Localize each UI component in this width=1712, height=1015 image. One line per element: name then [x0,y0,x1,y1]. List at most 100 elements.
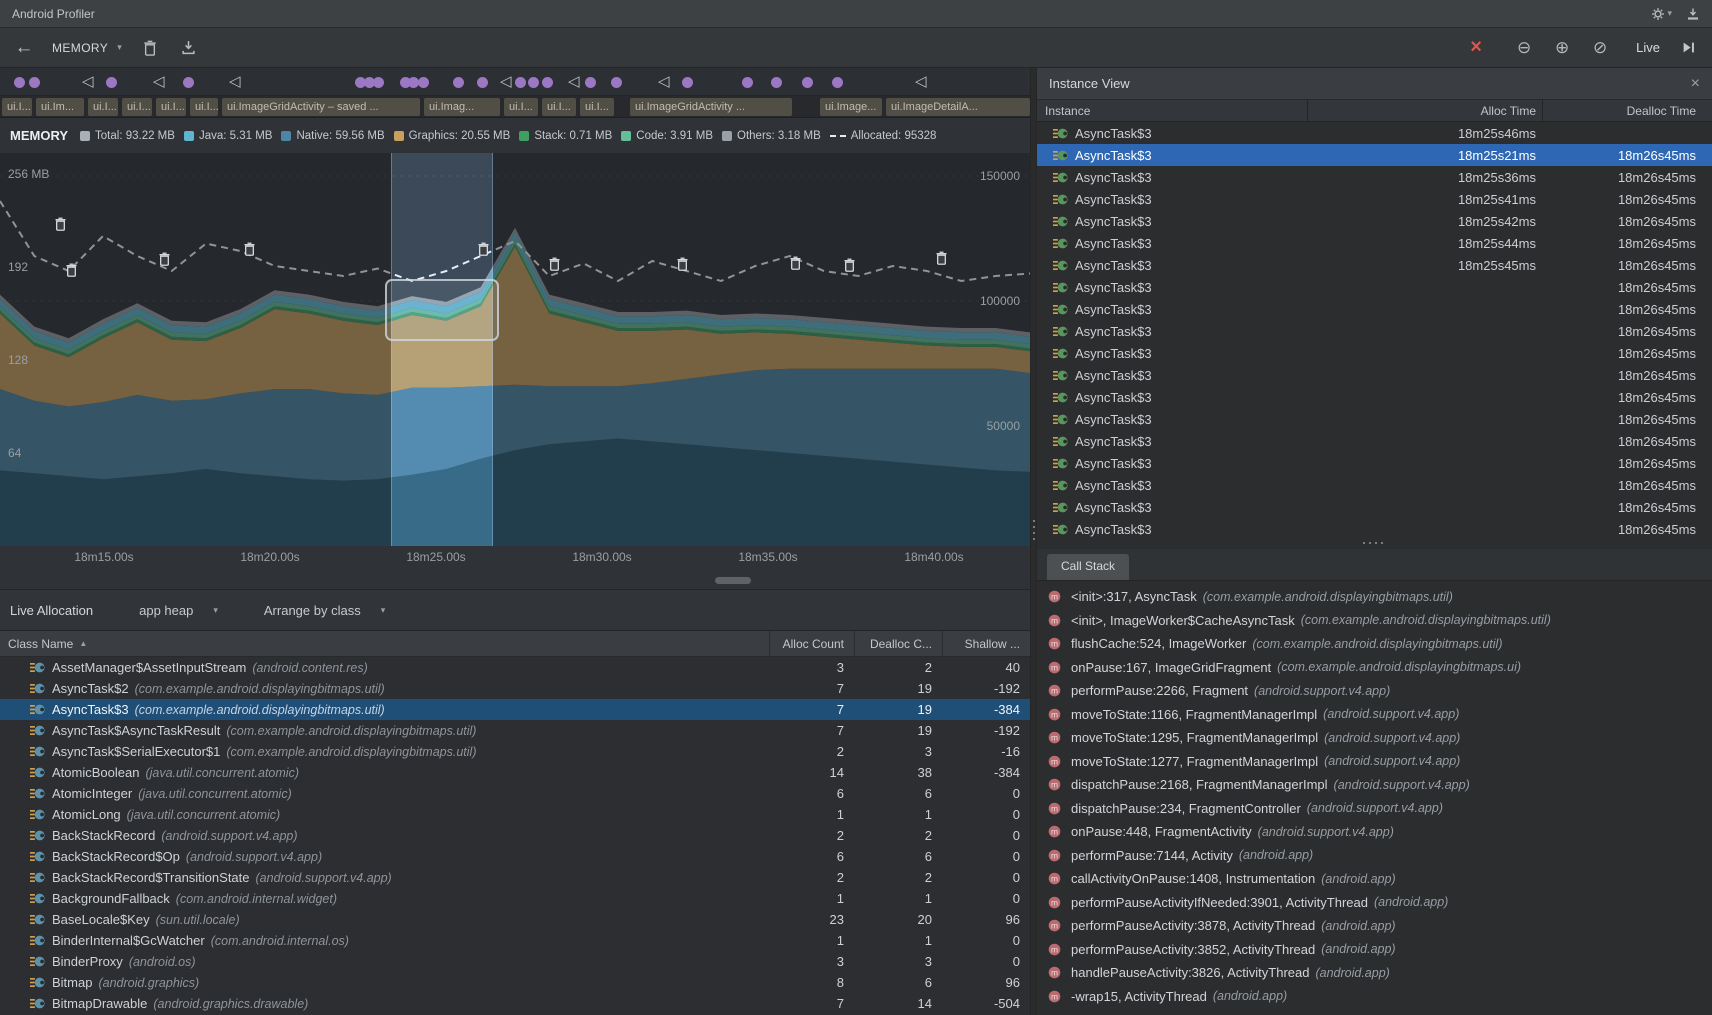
class-row[interactable]: BackStackRecord$Op(android.support.v4.ap… [0,846,1030,867]
reset-zoom-button[interactable]: ⊘ [1590,38,1610,58]
vertical-splitter[interactable] [1030,68,1037,1015]
instance-row[interactable]: AsyncTask$318m26s45ms [1037,386,1712,408]
frame-method: dispatchPause:2168, FragmentManagerImpl [1071,777,1328,792]
stack-frame-row[interactable]: m-wrap15, ActivityThread(android.app) [1037,985,1712,1009]
class-row[interactable]: Bitmap(android.graphics)8696 [0,972,1030,993]
stack-frame-row[interactable]: mhandlePauseActivity:3826, ActivityThrea… [1037,961,1712,985]
stack-frame-row[interactable]: monPause:167, ImageGridFragment(com.exam… [1037,656,1712,680]
column-shallow-size[interactable]: Shallow ... [942,631,1030,656]
instance-row[interactable]: AsyncTask$318m25s36ms18m26s45ms [1037,166,1712,188]
column-instance[interactable]: Instance [1037,104,1307,118]
shallow-size: -192 [942,723,1030,738]
stack-frame-row[interactable]: mmoveToState:1295, FragmentManagerImpl(a… [1037,726,1712,750]
class-row[interactable]: AsyncTask$SerialExecutor$1(com.example.a… [0,741,1030,762]
class-row[interactable]: BinderProxy(android.os)330 [0,951,1030,972]
timeline-scrollbar[interactable] [0,570,1030,590]
end-session-button[interactable]: × [1466,36,1486,59]
instance-icon [1053,390,1068,405]
stage-select[interactable]: MEMORY ▾ [52,41,122,55]
class-row[interactable]: AtomicInteger(java.util.concurrent.atomi… [0,783,1030,804]
horizontal-splitter[interactable] [1037,537,1712,549]
column-alloc-count[interactable]: Alloc Count [769,631,854,656]
instance-row[interactable]: AsyncTask$318m26s45ms [1037,496,1712,518]
time-range-selection[interactable] [391,153,493,546]
column-class-name[interactable]: Class Name ▲ [0,637,769,651]
instance-row[interactable]: AsyncTask$318m25s44ms18m26s45ms [1037,232,1712,254]
class-row[interactable]: AsyncTask$3(com.example.android.displayi… [0,699,1030,720]
stack-frame-row[interactable]: mperformPauseActivity:3852, ActivityThre… [1037,938,1712,962]
instance-row[interactable]: AsyncTask$318m26s45ms [1037,430,1712,452]
class-package: (com.example.android.displayingbitmaps.u… [135,703,385,717]
instance-row[interactable]: AsyncTask$318m26s45ms [1037,298,1712,320]
force-gc-button[interactable] [140,40,160,56]
gear-icon [1651,7,1665,21]
stack-frame-row[interactable]: m<init>, ImageWorker$CacheAsyncTask(com.… [1037,609,1712,633]
class-name: BinderProxy [52,954,123,969]
instance-row[interactable]: AsyncTask$318m26s45ms [1037,474,1712,496]
stack-frame-row[interactable]: mdispatchPause:234, FragmentController(a… [1037,797,1712,821]
back-button[interactable]: ← [14,37,34,59]
column-alloc-time[interactable]: Alloc Time [1307,100,1542,121]
heap-select[interactable]: app heap ▾ [139,603,218,618]
splitter-grip [1363,542,1387,544]
class-row[interactable]: AssetManager$AssetInputStream(android.co… [0,657,1030,678]
instance-row[interactable]: AsyncTask$318m26s45ms [1037,518,1712,537]
stack-frame-row[interactable]: monPause:448, FragmentActivity(android.s… [1037,820,1712,844]
zoom-in-button[interactable]: ⊕ [1552,38,1572,58]
class-row[interactable]: BackgroundFallback(com.android.internal.… [0,888,1030,909]
activity-event-timeline[interactable]: ◁◁◁◁◁◁◁ [0,68,1030,96]
instance-row[interactable]: AsyncTask$318m26s45ms [1037,320,1712,342]
class-package: (com.example.android.displayingbitmaps.u… [226,745,476,759]
stack-frame-row[interactable]: mperformPauseActivity:3878, ActivityThre… [1037,914,1712,938]
instance-row[interactable]: AsyncTask$318m25s41ms18m26s45ms [1037,188,1712,210]
memory-chart[interactable]: 256 MB1921286415000010000050000 [0,153,1030,546]
callstack-list: m<init>:317, AsyncTask(com.example.andro… [1037,581,1712,1015]
go-live-button[interactable] [1678,41,1698,54]
scrollbar-thumb[interactable] [715,577,751,584]
stack-frame-row[interactable]: mflushCache:524, ImageWorker(com.example… [1037,632,1712,656]
export-heap-button[interactable] [178,40,198,55]
class-row[interactable]: BitmapDrawable(android.graphics.drawable… [0,993,1030,1014]
class-row[interactable]: BaseLocale$Key(sun.util.locale)232096 [0,909,1030,930]
class-row[interactable]: AtomicLong(java.util.concurrent.atomic)1… [0,804,1030,825]
instance-row[interactable]: AsyncTask$318m26s45ms [1037,276,1712,298]
stack-frame-row[interactable]: mdispatchPause:2168, FragmentManagerImpl… [1037,773,1712,797]
svg-text:m: m [1051,921,1058,931]
selection-handle[interactable] [385,279,499,341]
stack-frame-row[interactable]: mmoveToState:1166, FragmentManagerImpl(a… [1037,703,1712,727]
main-area: ◁◁◁◁◁◁◁ ui.I...ui.Im...ui.I...ui.I...ui.… [0,68,1712,1015]
instance-row[interactable]: AsyncTask$318m26s45ms [1037,342,1712,364]
column-dealloc-time[interactable]: Dealloc Time [1542,100,1712,121]
settings-gear-button[interactable]: ▾ [1651,7,1672,21]
instance-row[interactable]: AsyncTask$318m25s42ms18m26s45ms [1037,210,1712,232]
column-dealloc-count[interactable]: Dealloc C... [854,631,942,656]
class-row[interactable]: BinderInternal$GcWatcher(com.android.int… [0,930,1030,951]
instance-row[interactable]: AsyncTask$318m25s46ms [1037,122,1712,144]
frame-method: handlePauseActivity:3826, ActivityThread [1071,965,1309,980]
instance-row[interactable]: AsyncTask$318m25s21ms18m26s45ms [1037,144,1712,166]
class-row[interactable]: AsyncTask$2(com.example.android.displayi… [0,678,1030,699]
close-instance-view-button[interactable]: × [1691,75,1700,93]
x-axis-tick-label: 18m25.00s [406,550,465,564]
stack-frame-row[interactable]: mperformPauseActivityIfNeeded:3901, Acti… [1037,891,1712,915]
stack-frame-row[interactable]: m<init>:317, AsyncTask(com.example.andro… [1037,585,1712,609]
instance-row[interactable]: AsyncTask$318m26s45ms [1037,408,1712,430]
class-row[interactable]: AsyncTask$AsyncTaskResult(com.example.an… [0,720,1030,741]
activity-event-dot [418,77,429,88]
stack-frame-row[interactable]: mperformPause:7144, Activity(android.app… [1037,844,1712,868]
import-session-button[interactable] [1686,7,1700,21]
instance-row[interactable]: AsyncTask$318m26s45ms [1037,364,1712,386]
class-row[interactable]: BackStackRecord$TransitionState(android.… [0,867,1030,888]
stack-frame-row[interactable]: mperformPause:2266, Fragment(android.sup… [1037,679,1712,703]
stack-frame-row[interactable]: mmoveToState:1277, FragmentManagerImpl(a… [1037,750,1712,774]
stack-frame-row[interactable]: mcallActivityOnPause:1408, Instrumentati… [1037,867,1712,891]
instance-row[interactable]: AsyncTask$318m26s45ms [1037,452,1712,474]
arrange-select[interactable]: Arrange by class ▾ [264,603,385,618]
tab-call-stack[interactable]: Call Stack [1047,554,1129,580]
gc-event [477,242,490,256]
instance-row[interactable]: AsyncTask$318m25s45ms18m26s45ms [1037,254,1712,276]
zoom-out-button[interactable]: ⊖ [1514,38,1534,58]
class-row[interactable]: AtomicBoolean(java.util.concurrent.atomi… [0,762,1030,783]
class-icon [30,891,45,906]
class-row[interactable]: BackStackRecord(android.support.v4.app)2… [0,825,1030,846]
